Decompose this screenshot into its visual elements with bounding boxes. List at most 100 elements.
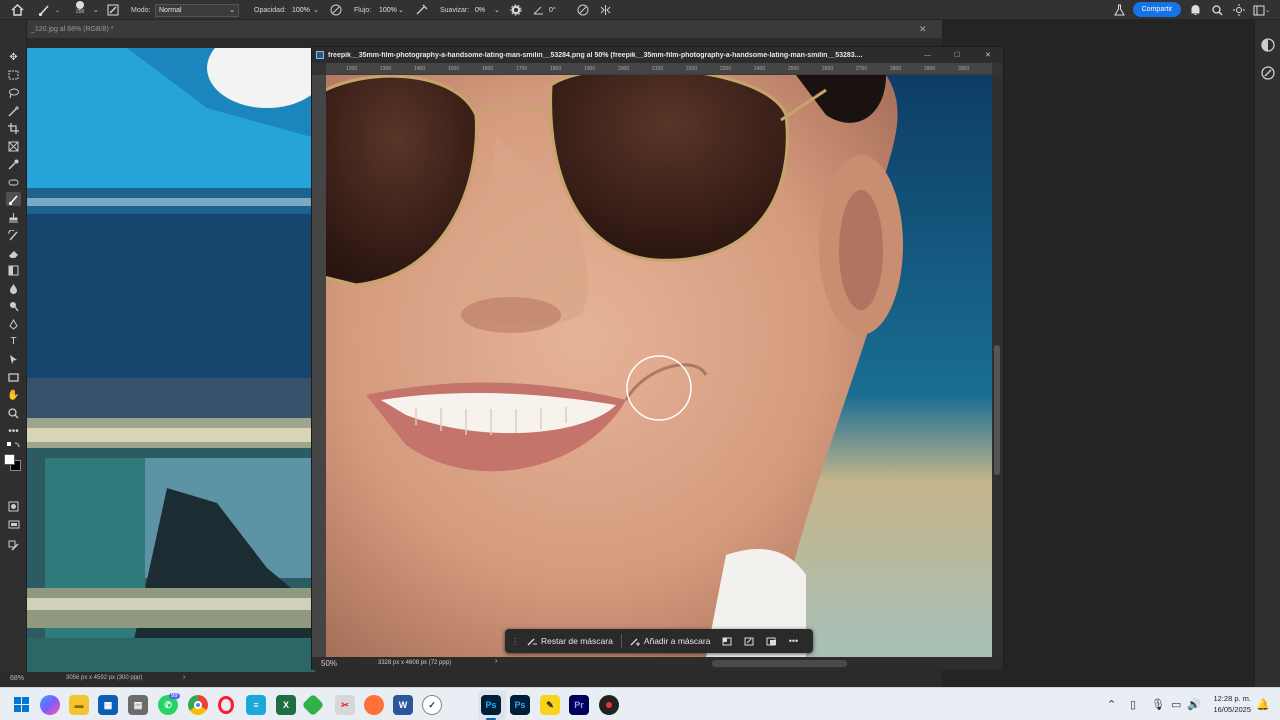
history-brush-icon[interactable] bbox=[6, 228, 21, 242]
usb-icon[interactable]: ▯ bbox=[1130, 698, 1136, 711]
workspace-icon[interactable]: ⌄ bbox=[1253, 3, 1270, 17]
store-icon[interactable]: ▦ bbox=[98, 695, 118, 715]
angle-input[interactable]: 0° bbox=[546, 4, 568, 17]
pressure-opacity-icon[interactable] bbox=[330, 3, 342, 17]
speaker-icon[interactable]: 🔊 bbox=[1187, 698, 1201, 711]
clock-app-icon[interactable]: ✓ bbox=[422, 695, 442, 715]
apply-mask-icon[interactable] bbox=[760, 632, 782, 650]
rectangle-tool-icon[interactable] bbox=[6, 370, 21, 384]
premiere-icon[interactable]: Pr bbox=[569, 695, 589, 715]
snipping-tool-icon[interactable]: ✂ bbox=[335, 695, 355, 715]
zoom-level[interactable]: 68% bbox=[10, 675, 24, 682]
opacity-input[interactable]: 100% bbox=[289, 4, 313, 17]
notification-bell-icon[interactable]: 🔔 bbox=[1256, 698, 1270, 711]
scrollbar-thumb[interactable] bbox=[994, 345, 1000, 475]
flow-input[interactable]: 100% bbox=[376, 4, 398, 17]
close-icon[interactable]: ✕ bbox=[919, 24, 927, 35]
more-options-icon[interactable]: ••• bbox=[782, 632, 804, 650]
crop-tool-icon[interactable] bbox=[6, 121, 21, 135]
horizontal-ruler[interactable]: 1200 1300 1400 1500 1600 1700 1800 1900 2000 2100… bbox=[326, 63, 992, 75]
pen-tool-icon[interactable] bbox=[6, 317, 21, 331]
magic-wand-icon[interactable] bbox=[6, 104, 21, 118]
chevron-up-icon[interactable]: ⌃ bbox=[1107, 698, 1116, 711]
chevron-right-icon[interactable]: › bbox=[495, 658, 497, 665]
marquee-tool-icon[interactable] bbox=[6, 68, 21, 82]
discover-icon[interactable] bbox=[1233, 3, 1245, 17]
chevron-down-icon[interactable]: ⌄ bbox=[398, 6, 404, 14]
windows-start-icon[interactable] bbox=[12, 695, 32, 715]
brush-tool-icon[interactable] bbox=[6, 192, 21, 206]
adjustments-icon[interactable] bbox=[1261, 38, 1275, 54]
minimize-icon[interactable]: — bbox=[924, 52, 931, 59]
flask-icon[interactable] bbox=[1114, 3, 1125, 17]
vertical-scrollbar[interactable] bbox=[992, 75, 1003, 657]
opera-icon[interactable] bbox=[218, 696, 234, 714]
home-icon[interactable] bbox=[11, 3, 24, 17]
image-canvas[interactable] bbox=[326, 75, 992, 657]
copilot-icon[interactable] bbox=[40, 695, 60, 715]
edit-toolbar-icon[interactable] bbox=[6, 538, 21, 552]
reset-mask-icon[interactable] bbox=[738, 632, 760, 650]
search-icon[interactable] bbox=[1212, 3, 1223, 17]
maximize-icon[interactable]: ☐ bbox=[954, 51, 960, 59]
hand-tool-icon[interactable]: ✋ bbox=[6, 388, 21, 402]
gradient-tool-icon[interactable] bbox=[6, 263, 21, 277]
horizontal-scrollbar-thumb[interactable] bbox=[712, 660, 847, 667]
blur-tool-icon[interactable] bbox=[6, 281, 21, 295]
gear-icon[interactable] bbox=[510, 3, 522, 17]
screen-mode-icon[interactable] bbox=[6, 517, 21, 531]
photoshop-beta-icon[interactable]: Ps bbox=[510, 695, 530, 715]
airbrush-icon[interactable] bbox=[415, 3, 428, 17]
calculator-icon[interactable]: ▤ bbox=[128, 695, 148, 715]
brush-size-preset[interactable]: 250 bbox=[76, 1, 84, 19]
eyedropper-icon[interactable] bbox=[6, 157, 21, 171]
chevron-right-icon[interactable]: › bbox=[183, 674, 185, 681]
brush-settings-icon[interactable] bbox=[107, 3, 119, 17]
move-tool-icon[interactable]: ✥ bbox=[6, 50, 21, 64]
frame-tool-icon[interactable] bbox=[6, 139, 21, 153]
libraries-icon[interactable] bbox=[1261, 66, 1275, 82]
more-tools-icon[interactable]: ••• bbox=[6, 424, 21, 438]
vertical-ruler[interactable] bbox=[312, 75, 326, 657]
file-explorer-icon[interactable]: ▬ bbox=[69, 695, 89, 715]
firefox-icon[interactable] bbox=[364, 695, 384, 715]
type-tool-icon[interactable]: T bbox=[6, 334, 21, 348]
healing-brush-icon[interactable] bbox=[6, 175, 21, 189]
chrome-icon[interactable] bbox=[188, 695, 208, 715]
microphone-icon[interactable]: 🎙 bbox=[1151, 698, 1165, 711]
chevron-down-icon[interactable]: ⌄ bbox=[494, 6, 500, 14]
bell-icon[interactable] bbox=[1190, 3, 1201, 17]
chevron-down-icon[interactable]: ⌄ bbox=[313, 6, 319, 14]
color-swatches[interactable] bbox=[4, 454, 22, 472]
clock[interactable]: 12:28 p. m. 16/05/2025 bbox=[1205, 693, 1251, 715]
invert-mask-icon[interactable] bbox=[716, 632, 738, 650]
eraser-icon[interactable] bbox=[6, 246, 21, 260]
davinci-icon[interactable] bbox=[599, 695, 619, 715]
add-to-mask-button[interactable]: Añadir a máscara bbox=[624, 632, 717, 650]
photoshop-icon[interactable]: Ps bbox=[481, 695, 501, 715]
smoothing-input[interactable]: 0% bbox=[472, 4, 494, 17]
close-icon[interactable]: ✕ bbox=[985, 51, 991, 59]
app-icon[interactable]: ✎ bbox=[540, 695, 560, 715]
dodge-tool-icon[interactable] bbox=[6, 299, 21, 313]
quick-mask-icon[interactable] bbox=[6, 499, 21, 513]
clone-stamp-icon[interactable] bbox=[6, 210, 21, 224]
brush-tool-icon[interactable]: ⌄ bbox=[38, 3, 60, 17]
excel-icon[interactable]: X bbox=[276, 695, 296, 715]
subtract-from-mask-button[interactable]: Restar de máscara bbox=[521, 632, 619, 650]
zoom-level[interactable]: 50% bbox=[321, 659, 337, 668]
floating-document-window[interactable]: freepik__35mm-film-photography-a-handsom… bbox=[311, 46, 1004, 670]
drag-handle-icon[interactable]: ⋮ bbox=[511, 637, 519, 646]
foreground-color-swatch[interactable] bbox=[4, 454, 15, 465]
mode-select[interactable]: Normal ⌄ bbox=[155, 3, 239, 17]
zoom-tool-icon[interactable] bbox=[6, 406, 21, 420]
notepad-icon[interactable]: ≡ bbox=[246, 695, 266, 715]
share-button[interactable]: Compartir bbox=[1133, 2, 1181, 17]
swap-colors-icon[interactable] bbox=[6, 440, 21, 450]
word-icon[interactable]: W bbox=[393, 695, 413, 715]
symmetry-icon[interactable] bbox=[599, 3, 612, 17]
document-title-bar[interactable]: freepik__35mm-film-photography-a-handsom… bbox=[312, 47, 1003, 63]
background-document-tab[interactable]: _120.jpg al 68% (RGB/8) * ✕ bbox=[27, 20, 942, 38]
lasso-tool-icon[interactable] bbox=[6, 86, 21, 100]
pressure-size-icon[interactable] bbox=[577, 3, 589, 17]
